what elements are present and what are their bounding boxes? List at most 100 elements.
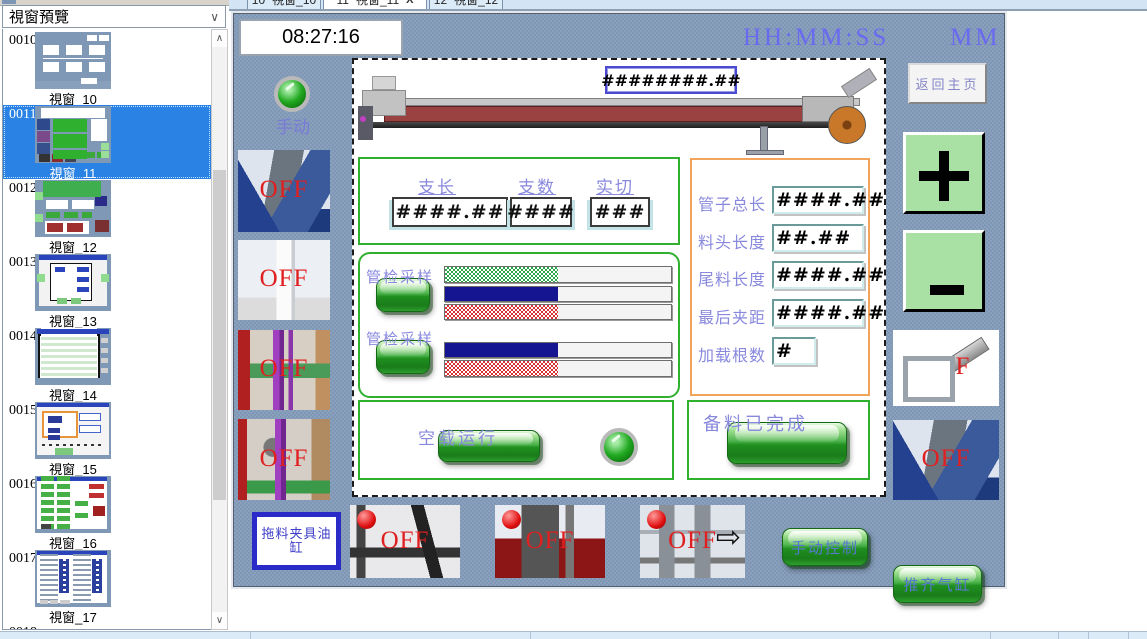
tab-bar: 10視窗_10 11視窗_11 X 12視窗_12 — [229, 0, 1147, 11]
window-list-item-0013[interactable]: 0013視窗_13 — [3, 253, 211, 327]
window-thumbnail — [35, 402, 111, 459]
hmi-editor-window: 視窗預覽 ∨ 0010視窗_100011視窗_110012視窗_120013視窗… — [0, 0, 1147, 639]
main-white-panel: ########.## 支长 支数 实切 ####.## #### ### 管子… — [352, 58, 886, 497]
window-thumbnail — [35, 476, 111, 533]
param-label: 加载根数 — [698, 342, 766, 366]
off-label: OFF — [238, 445, 330, 473]
time-format-label: HH:MM:SS — [743, 24, 889, 52]
chevron-down-icon[interactable]: ∨ — [210, 10, 219, 24]
param-row: 尾料长度 ####.## — [692, 261, 868, 291]
minus-button[interactable] — [903, 230, 985, 312]
window-id: 0013 — [9, 255, 37, 271]
window-list-item-0012[interactable]: 0012視窗_12 — [3, 179, 211, 253]
window-id: 0017 — [9, 551, 37, 567]
param-value-field[interactable]: ####.## — [772, 186, 864, 214]
param-row: 加载根数 # — [692, 337, 868, 367]
off-label: OFF — [238, 355, 330, 383]
window-list-item-0014[interactable]: 0014視窗_14 — [3, 327, 211, 401]
plus-button[interactable] — [903, 132, 985, 214]
minus-icon — [930, 285, 964, 295]
idle-run-panel: 空载运行 — [358, 400, 674, 480]
saw-blade-icon — [828, 106, 866, 144]
window-list-item-0017[interactable]: 0017視窗_17 — [3, 549, 211, 623]
window-id: 0012 — [9, 181, 37, 197]
design-canvas: 08:27:16 HH:MM:SS MM 手动 OFF OFF OFF OFF — [233, 13, 1005, 587]
home-button[interactable]: 返回主页 — [908, 63, 987, 104]
off-label: OFF — [495, 527, 605, 555]
scroll-up-button[interactable]: ∧ — [212, 30, 227, 47]
cut-length-field[interactable]: ####.## — [392, 197, 508, 227]
scroll-down-button[interactable]: ∨ — [212, 612, 227, 629]
window-list-item-0011[interactable]: 0011視窗_11 — [3, 105, 211, 179]
clamp-cylinder-label: 拖料夹具油缸 — [255, 515, 338, 567]
prep-done-label: 备料已完成 — [703, 410, 808, 436]
machine-image-tower[interactable]: OFF — [238, 240, 330, 320]
status-bar — [0, 631, 1147, 639]
minute-format-label: MM — [950, 24, 1000, 52]
off-label: OFF — [238, 265, 330, 293]
tab-window-12[interactable]: 12視窗_12 — [429, 0, 503, 10]
manual-control-button[interactable]: 手动控制 — [782, 528, 868, 566]
clamp-cylinder-box[interactable]: 拖料夹具油缸 — [252, 512, 341, 570]
idle-run-label: 空载运行 — [418, 424, 498, 449]
window-list-item-0018[interactable]: 0018 — [3, 623, 211, 630]
progress-bar-red-1 — [444, 304, 672, 320]
window-thumbnail — [35, 106, 111, 163]
tab-window-10[interactable]: 10視窗_10 — [247, 0, 321, 10]
progress-bar-navy-1 — [444, 286, 672, 302]
machine-image-saw[interactable]: OFF — [495, 505, 605, 578]
window-id: 0018 — [9, 625, 37, 630]
param-row: 最后夹距 ####.## — [692, 299, 868, 329]
cut-count-field[interactable]: #### — [510, 197, 572, 227]
manual-mode-label: 手动 — [270, 113, 316, 138]
param-label: 最后夹距 — [698, 304, 766, 328]
param-value-field[interactable]: ####.## — [772, 261, 864, 289]
window-list-item-0010[interactable]: 0010視窗_10 — [3, 31, 211, 105]
sidebar-scrollbar[interactable]: ∧ ∨ — [211, 29, 228, 630]
window-list: 0010視窗_100011視窗_110012視窗_120013視窗_130014… — [2, 29, 211, 630]
progress-bar-green — [444, 266, 672, 283]
tab-window-11[interactable]: 11視窗_11 X — [323, 0, 427, 10]
machine-image-pusher[interactable]: OFF ⇨ — [640, 505, 745, 578]
tab-close-icon[interactable]: X — [406, 0, 413, 6]
progress-bar-navy-2 — [444, 342, 672, 358]
param-label: 料头长度 — [698, 229, 766, 253]
off-label: OFF — [893, 353, 999, 381]
window-thumbnail — [35, 32, 111, 89]
prep-done-panel: 备料已完成 — [687, 400, 870, 480]
window-preview-header[interactable]: 視窗預覽 ∨ — [2, 5, 226, 28]
push-cylinder-button[interactable]: 推齐气缸 — [893, 565, 982, 603]
window-id: 0010 — [9, 33, 37, 49]
right-arrow-icon: ⇨ — [716, 523, 741, 553]
window-list-item-0015[interactable]: 0015視窗_15 — [3, 401, 211, 475]
scrollbar-thumb[interactable] — [213, 170, 226, 500]
machine-image-cylinder[interactable]: OFF — [893, 330, 999, 406]
off-label: OFF — [350, 527, 460, 555]
pipe-params-panel: 管子总长 ####.## 料头长度 ##.## 尾料长度 ####.## 最后夹… — [690, 158, 870, 396]
cut-info-panel: 支长 支数 实切 ####.## #### ### — [358, 157, 680, 245]
param-label: 管子总长 — [698, 191, 766, 215]
param-value-field[interactable]: ####.## — [772, 299, 864, 327]
machine-image-pipes-2[interactable]: OFF — [238, 419, 330, 500]
machine-image-pipes-1[interactable]: OFF — [238, 330, 330, 410]
machine-image-arms[interactable]: OFF — [350, 505, 460, 578]
param-row: 料头长度 ##.## — [692, 224, 868, 254]
param-value-field[interactable]: ##.## — [772, 224, 864, 252]
cut-actual-label: 实切 — [596, 173, 634, 198]
conveyor-belt — [384, 106, 832, 122]
window-id: 0014 — [9, 329, 37, 345]
machine-image-loader-left[interactable]: OFF — [238, 150, 330, 232]
sampling-button-label: 管检采样 — [366, 266, 434, 287]
sampling-button-label: 管检采样 — [366, 328, 434, 349]
cut-count-label: 支数 — [518, 173, 556, 198]
window-list-item-0016[interactable]: 0016視窗_16 — [3, 475, 211, 549]
off-label: OFF — [238, 176, 330, 204]
machine-image-loader-right[interactable]: OFF — [893, 420, 999, 500]
sampling-panel: 管检采样 管检采样 — [358, 252, 680, 398]
clock-display: 08:27:16 — [239, 19, 403, 56]
param-label: 尾料长度 — [698, 266, 766, 290]
machine-length-field[interactable]: ########.## — [605, 66, 737, 94]
cut-actual-field[interactable]: ### — [590, 197, 650, 227]
param-value-field[interactable]: # — [772, 337, 816, 365]
window-id: 0016 — [9, 477, 37, 493]
